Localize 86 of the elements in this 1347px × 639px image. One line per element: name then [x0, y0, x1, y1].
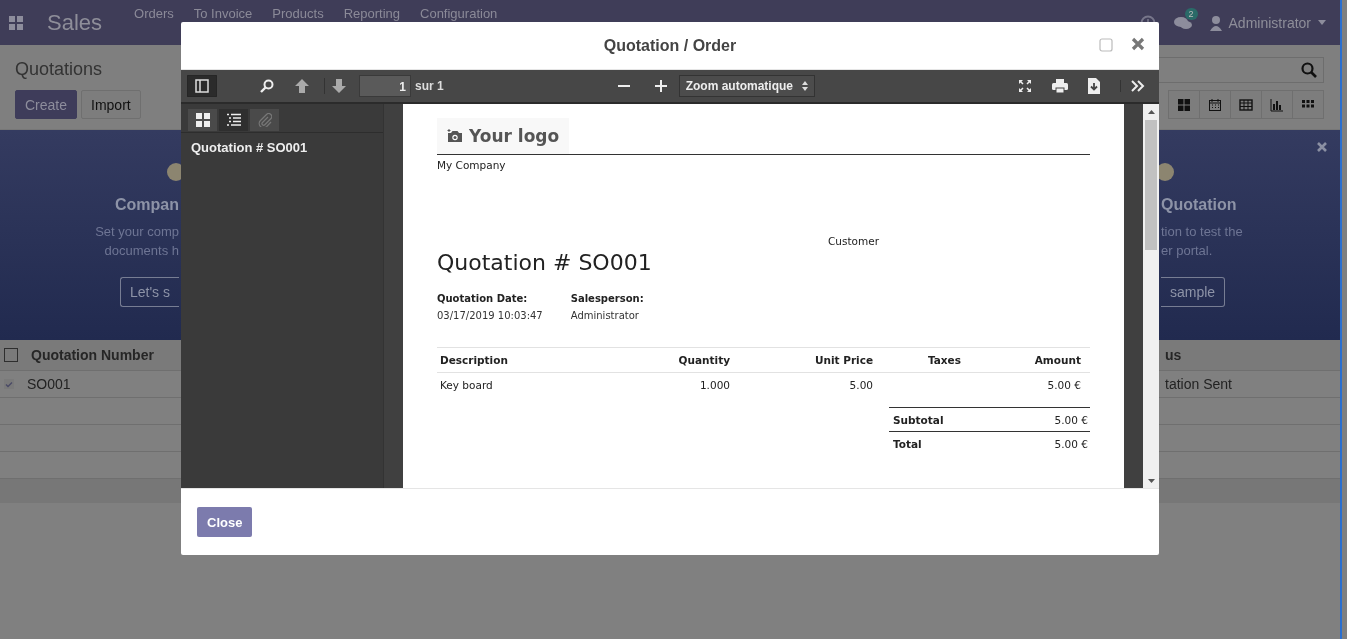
sidebar-view-tab[interactable]: [187, 108, 218, 132]
outline-list-icon: [226, 113, 241, 127]
row-checkbox[interactable]: [4, 379, 14, 389]
document-heading: Quotation # SO001: [437, 250, 653, 275]
search-icon[interactable]: [1301, 62, 1317, 78]
step-button[interactable]: sample: [1161, 277, 1226, 307]
scroll-down-icon[interactable]: [1147, 479, 1155, 483]
camera-icon: [447, 129, 463, 143]
table-cell-text: Key board: [439, 379, 494, 391]
updown-caret-icon: [801, 81, 808, 91]
paperclip-icon: [257, 113, 272, 127]
thumbnails-icon: [195, 113, 210, 127]
user-menu[interactable]: Administrator: [1209, 14, 1326, 31]
menu-item[interactable]: To Invoice: [193, 6, 253, 21]
table-view-icon: [1239, 97, 1253, 112]
table-cell-text: 1.000: [698, 379, 731, 391]
menu-item[interactable]: Reporting: [343, 6, 400, 21]
table-cell: SO001: [27, 376, 71, 392]
info-label: Quotation Date:: [437, 293, 529, 304]
sidebar-view-tab[interactable]: [218, 108, 249, 132]
table-cell-text: 5.00: [848, 379, 874, 391]
column-header: Unit Price: [813, 354, 874, 366]
select-all-checkbox[interactable]: [4, 348, 18, 362]
page-count: sur 1: [415, 79, 444, 93]
info-value: 03/17/2019 10:03:47: [437, 310, 543, 321]
chat-icon[interactable]: [1173, 15, 1192, 30]
menu-item[interactable]: Products: [272, 6, 324, 21]
double-chevron-icon[interactable]: [1120, 80, 1145, 92]
check-icon: [5, 380, 13, 388]
step-title: Compan: [115, 196, 179, 214]
apps-menu-icon[interactable]: [9, 15, 23, 30]
bar-chart-view-icon: [1270, 97, 1284, 112]
app-title: Sales: [47, 9, 103, 36]
step-description: tion to test the er portal.: [1161, 223, 1243, 260]
close-icon[interactable]: [1131, 37, 1145, 51]
search-icon[interactable]: [260, 79, 274, 93]
view-switch-button[interactable]: [1292, 90, 1324, 119]
column-header: Taxes: [926, 354, 962, 366]
view-switch-button[interactable]: [1261, 90, 1293, 119]
total-value: 5.00 €: [1054, 437, 1088, 450]
column-header[interactable]: Quotation Number: [31, 347, 154, 363]
company-name: My Company: [437, 159, 507, 171]
column-header: Amount: [1033, 354, 1082, 366]
menu-item[interactable]: Configuration: [420, 6, 498, 21]
dialog-title: Quotation / Order: [603, 36, 737, 55]
outline-item[interactable]: Quotation # SO001: [181, 133, 383, 162]
caret-icon: [1318, 20, 1326, 25]
download-icon[interactable]: [1088, 78, 1100, 94]
zoom-select[interactable]: Zoom automatique: [678, 75, 815, 97]
view-switch-button[interactable]: [1199, 90, 1231, 119]
page-title: Quotations: [15, 59, 104, 80]
menu-item[interactable]: Orders: [134, 6, 174, 21]
kanban-view-icon: [1177, 97, 1191, 112]
message-count-badge: 2: [1184, 7, 1198, 20]
import-button[interactable]: Import: [81, 90, 141, 119]
fullscreen-icon[interactable]: [1018, 79, 1032, 93]
create-button[interactable]: Create: [15, 90, 78, 119]
table-cell-text: tation Sent: [1165, 376, 1233, 392]
print-icon[interactable]: [1052, 79, 1068, 93]
logo-text: Your logo: [469, 126, 560, 146]
page-number-field[interactable]: 1: [359, 75, 411, 97]
view-switch-button[interactable]: [1230, 90, 1262, 119]
arrow-up-icon[interactable]: [294, 78, 310, 94]
column-header: Description: [439, 354, 509, 366]
close-button[interactable]: Close: [197, 507, 253, 537]
scrollbar[interactable]: [1143, 104, 1159, 488]
step-title: Quotation: [1161, 196, 1237, 214]
column-header[interactable]: us: [1165, 347, 1340, 363]
info-label: Salesperson:: [570, 293, 644, 304]
table-cell-text: 5.00 €: [1046, 379, 1082, 391]
scroll-up-icon[interactable]: [1147, 110, 1155, 114]
customer-label: Customer: [828, 235, 880, 247]
sidebar-toggle-icon[interactable]: [187, 75, 217, 97]
total-label: Subtotal: [893, 413, 944, 426]
calendar-view-icon: [1208, 97, 1222, 112]
step-button[interactable]: Let's s: [119, 277, 179, 307]
info-value: Administrator: [570, 310, 640, 321]
total-value: 5.00 €: [1054, 413, 1088, 426]
user-icon: [1209, 14, 1222, 31]
total-label: Total: [893, 437, 922, 450]
view-switch-button[interactable]: [1168, 90, 1200, 119]
arrow-down-icon[interactable]: [324, 78, 347, 94]
close-icon[interactable]: [1317, 142, 1327, 152]
scroll-thumb[interactable]: [1145, 120, 1157, 250]
column-header: Quantity: [677, 354, 731, 366]
step-description: Set your comp documents h: [95, 223, 179, 260]
